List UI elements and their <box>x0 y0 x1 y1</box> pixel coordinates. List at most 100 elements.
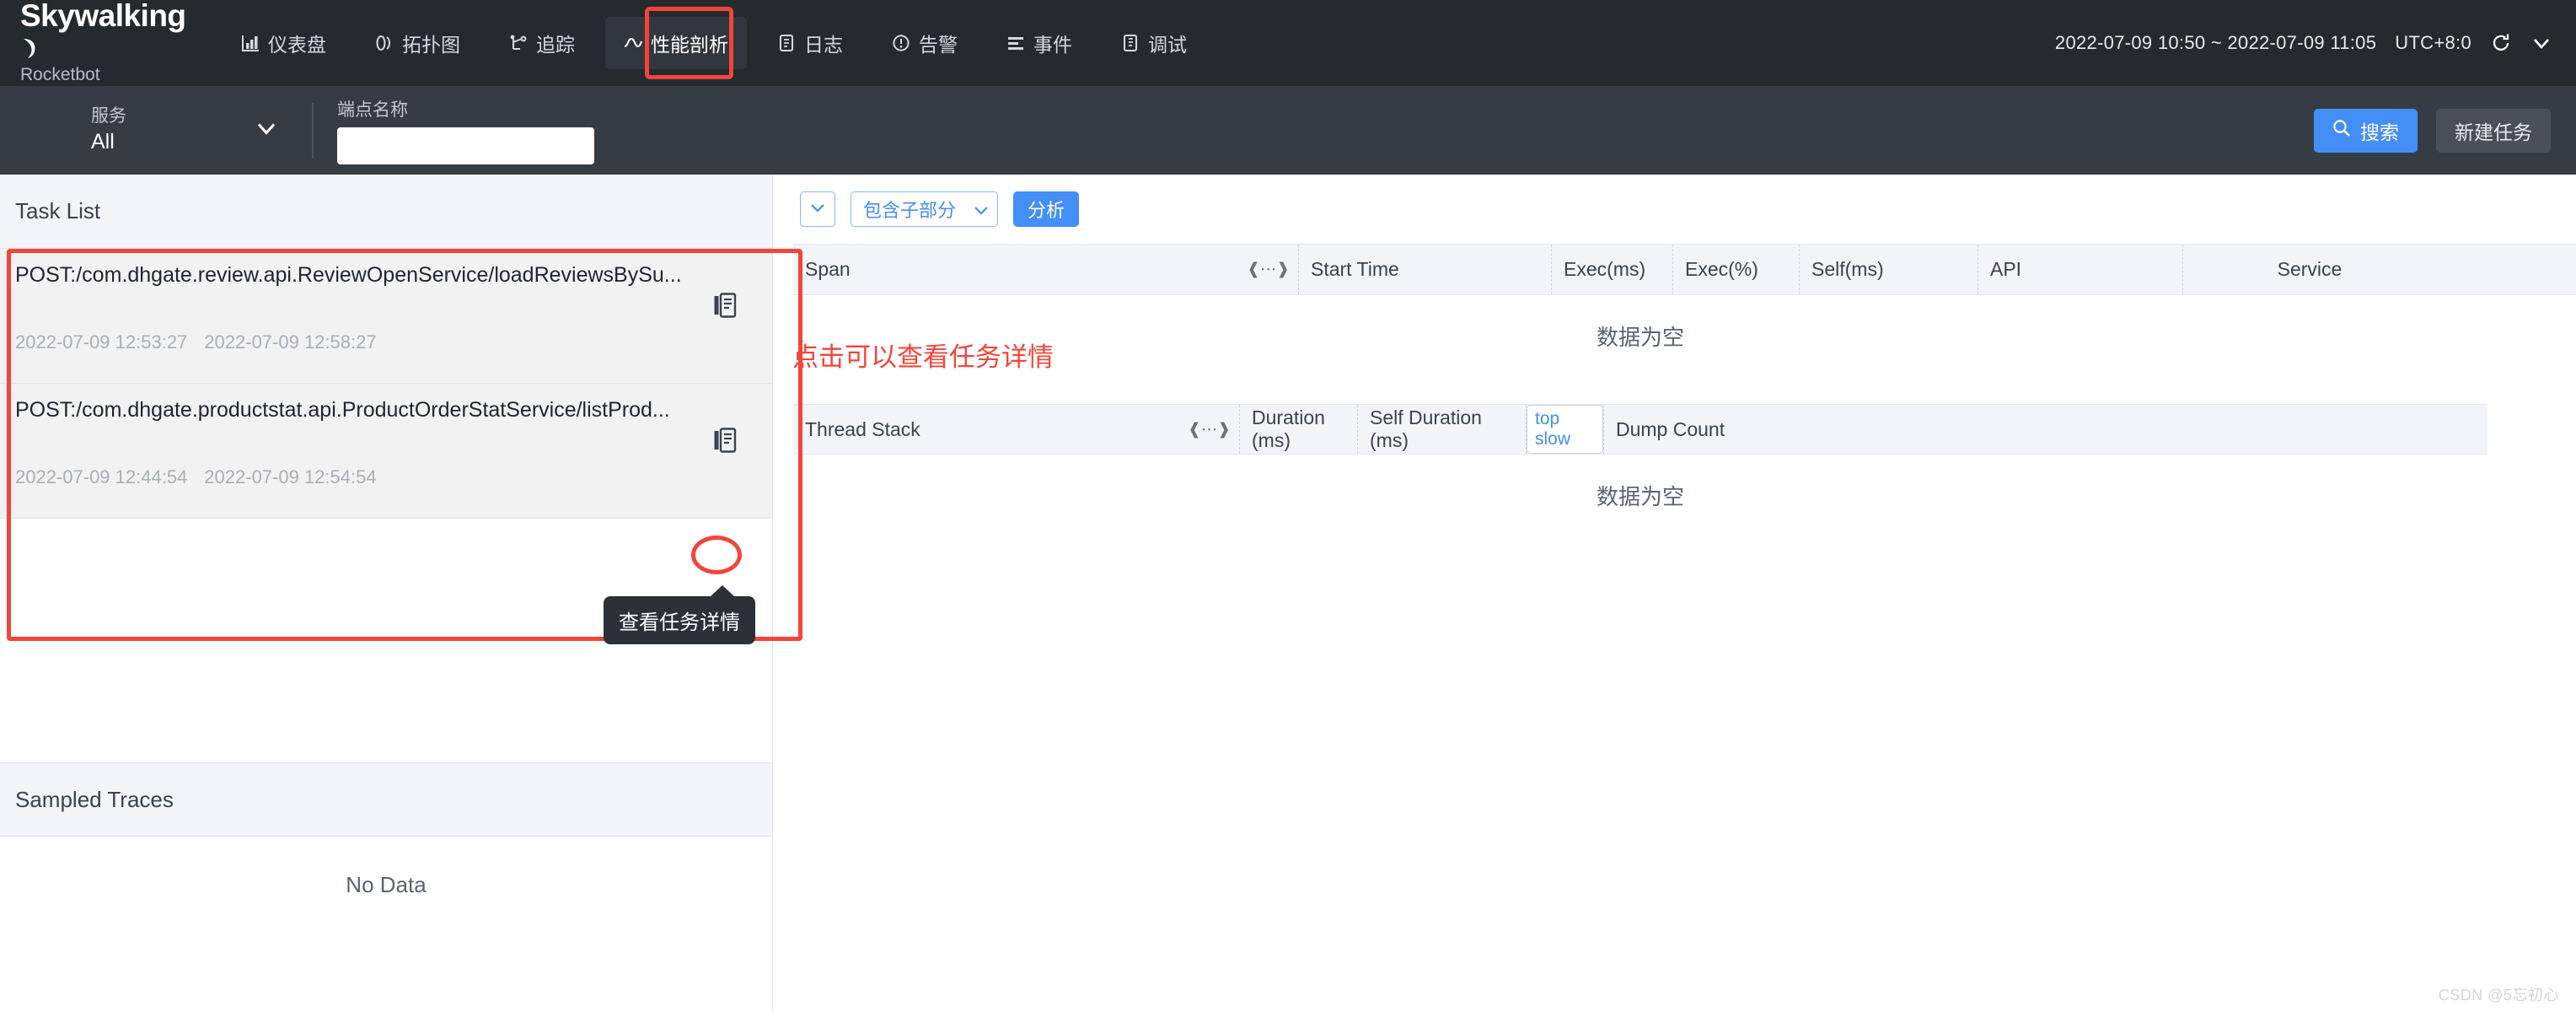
body-area: Task List POST:/com.dhgate.review.api.Re… <box>0 175 2576 1012</box>
scope-select-value: 包含子部分 <box>863 200 957 221</box>
nav-label-trace: 追踪 <box>536 34 575 56</box>
thread-stack-col-dump-count-label: Dump Count <box>1616 417 1725 440</box>
right-panel: 包含子部分 分析 Span ❰⋯❱ Start Time Exec(ms) Ex… <box>773 175 2576 1012</box>
chevron-down-icon[interactable] <box>256 121 276 140</box>
task-end-time: 2022-07-09 12:54:54 <box>204 466 377 487</box>
nav-label-profile: 性能剖析 <box>651 34 728 56</box>
nav-label-debug: 调试 <box>1148 34 1187 56</box>
nav-item-events[interactable]: 事件 <box>988 17 1091 69</box>
span-table-col-self-ms-label: Self(ms) <box>1811 258 1884 280</box>
nav-item-alarm[interactable]: 告警 <box>873 17 976 69</box>
sampled-traces-empty: No Data <box>346 872 427 897</box>
task-list-item[interactable]: POST:/com.dhgate.review.api.ReviewOpenSe… <box>0 249 772 384</box>
nav-item-profile[interactable]: 性能剖析 <box>605 17 747 69</box>
task-detail-icon[interactable] <box>713 427 737 457</box>
task-name: POST:/com.dhgate.review.api.ReviewOpenSe… <box>15 263 682 287</box>
skywalking-app: Skywalking Rocketbot 仪表盘 拓扑图 追踪 性能剖析 日志 … <box>0 0 2576 1012</box>
thread-stack-col-dump-count[interactable]: Dump Count <box>1604 405 1732 454</box>
span-table: Span ❰⋯❱ Start Time Exec(ms) Exec(%) Sel… <box>793 244 2576 352</box>
span-table-col-exec-pct[interactable]: Exec(%) <box>1673 245 1800 294</box>
new-task-button-label: 新建任务 <box>2455 121 2532 143</box>
app-logo[interactable]: Skywalking Rocketbot <box>0 0 202 86</box>
task-list-item[interactable]: POST:/com.dhgate.productstat.api.Product… <box>0 384 772 519</box>
chevron-down-icon <box>974 198 989 220</box>
task-icon-row <box>15 289 757 325</box>
thread-stack-col-duration-label: Duration (ms) <box>1252 406 1325 451</box>
span-table-col-api[interactable]: API <box>1978 245 2183 294</box>
thread-stack-col-stack[interactable]: Thread Stack ❰⋯❱ <box>793 405 1240 454</box>
thread-stack-table: Thread Stack ❰⋯❱ Duration (ms) Self Dura… <box>793 404 2487 511</box>
nav-label-dashboard: 仪表盘 <box>268 34 326 56</box>
main-nav: 仪表盘 拓扑图 追踪 性能剖析 日志 告警 事件 调试 <box>223 0 1217 86</box>
search-button[interactable]: 搜索 <box>2314 108 2418 153</box>
endpoint-filter: 端点名称 <box>314 86 594 175</box>
task-detail-icon-highlight-ellipse <box>691 536 742 574</box>
thread-stack-col-self-duration-label: Self Duration (ms) <box>1370 406 1482 451</box>
thread-stack-col-self-duration[interactable]: Self Duration (ms) <box>1358 405 1527 454</box>
task-list: POST:/com.dhgate.review.api.ReviewOpenSe… <box>0 249 802 721</box>
search-button-label: 搜索 <box>2360 121 2399 143</box>
span-table-header: Span ❰⋯❱ Start Time Exec(ms) Exec(%) Sel… <box>793 245 2576 295</box>
analysis-toolbar: 包含子部分 分析 <box>793 175 2576 244</box>
resize-handle-icon[interactable]: ❰⋯❱ <box>1188 420 1239 439</box>
annotation-click-to-view-detail: 点击可以查看任务详情 <box>792 342 1054 372</box>
topology-icon <box>375 34 394 52</box>
span-table-col-exec-ms[interactable]: Exec(ms) <box>1552 245 1673 294</box>
time-range-label[interactable]: 2022-07-09 10:50 ~ 2022-07-09 11:05 <box>2055 32 2376 54</box>
span-table-col-span[interactable]: Span ❰⋯❱ <box>793 245 1299 294</box>
resize-handle-icon[interactable]: ❰⋯❱ <box>1247 260 1298 279</box>
log-icon <box>777 34 796 52</box>
span-table-col-api-label: API <box>1990 258 2022 280</box>
service-selector-label: 服务 <box>91 106 126 126</box>
task-icon-row <box>15 424 757 460</box>
analyze-button[interactable]: 分析 <box>1013 191 1080 227</box>
span-table-col-self-ms[interactable]: Self(ms) <box>1800 245 1978 294</box>
service-selector[interactable]: 服务 All <box>0 86 312 175</box>
nav-item-dashboard[interactable]: 仪表盘 <box>223 17 345 69</box>
nav-label-events: 事件 <box>1033 34 1072 56</box>
alarm-icon <box>892 34 910 52</box>
left-panel: Task List POST:/com.dhgate.review.api.Re… <box>0 175 802 1012</box>
top-slow-button[interactable]: top slow <box>1527 405 1603 454</box>
span-table-col-service[interactable]: Service <box>2183 245 2436 294</box>
app-header: Skywalking Rocketbot 仪表盘 拓扑图 追踪 性能剖析 日志 … <box>0 0 2576 86</box>
analyze-button-label: 分析 <box>1028 200 1065 221</box>
toolbar-actions: 搜索 新建任务 <box>2314 108 2576 153</box>
service-selector-value: All <box>91 130 115 154</box>
task-end-time: 2022-07-09 12:58:27 <box>204 331 377 353</box>
dashboard-icon <box>241 34 260 52</box>
task-detail-icon[interactable] <box>713 292 737 322</box>
thread-stack-col-top-slow[interactable]: top slow <box>1527 405 1604 454</box>
nav-item-debug[interactable]: 调试 <box>1103 17 1205 69</box>
span-table-col-start-time[interactable]: Start Time <box>1299 245 1552 294</box>
span-table-col-exec-pct-label: Exec(%) <box>1685 258 1758 280</box>
new-task-button[interactable]: 新建任务 <box>2436 108 2551 153</box>
span-filter-select[interactable] <box>800 191 835 227</box>
span-table-col-service-label: Service <box>2277 258 2343 280</box>
filter-toolbar: 服务 All 端点名称 搜索 新建任务 <box>0 86 2576 175</box>
nav-item-log[interactable]: 日志 <box>759 17 861 69</box>
endpoint-name-input[interactable] <box>337 127 594 164</box>
nav-item-topology[interactable]: 拓扑图 <box>357 17 479 69</box>
logo-swoosh-icon <box>22 37 37 59</box>
trace-icon <box>509 34 528 52</box>
events-icon <box>1006 34 1025 52</box>
refresh-icon[interactable] <box>2490 32 2512 54</box>
chevron-down-icon <box>810 202 825 217</box>
span-table-col-span-label: Span <box>805 258 851 280</box>
thread-stack-col-duration[interactable]: Duration (ms) <box>1240 405 1358 454</box>
logo-title: Skywalking <box>20 0 202 62</box>
chevron-down-icon[interactable] <box>2530 32 2552 54</box>
nav-label-topology: 拓扑图 <box>402 34 460 56</box>
thread-stack-table-empty: 数据为空 <box>1596 484 1684 509</box>
timezone-label: UTC+8:0 <box>2395 32 2471 53</box>
profile-icon <box>624 34 642 52</box>
nav-label-log: 日志 <box>804 34 843 56</box>
task-times: 2022-07-09 12:44:54 2022-07-09 12:54:54 <box>15 466 757 488</box>
search-icon <box>2332 119 2351 143</box>
span-table-col-exec-ms-label: Exec(ms) <box>1564 258 1646 280</box>
nav-item-trace[interactable]: 追踪 <box>491 17 593 69</box>
task-list-title: Task List <box>0 175 772 249</box>
scope-select[interactable]: 包含子部分 <box>851 191 998 227</box>
span-table-col-start-time-label: Start Time <box>1311 258 1399 280</box>
